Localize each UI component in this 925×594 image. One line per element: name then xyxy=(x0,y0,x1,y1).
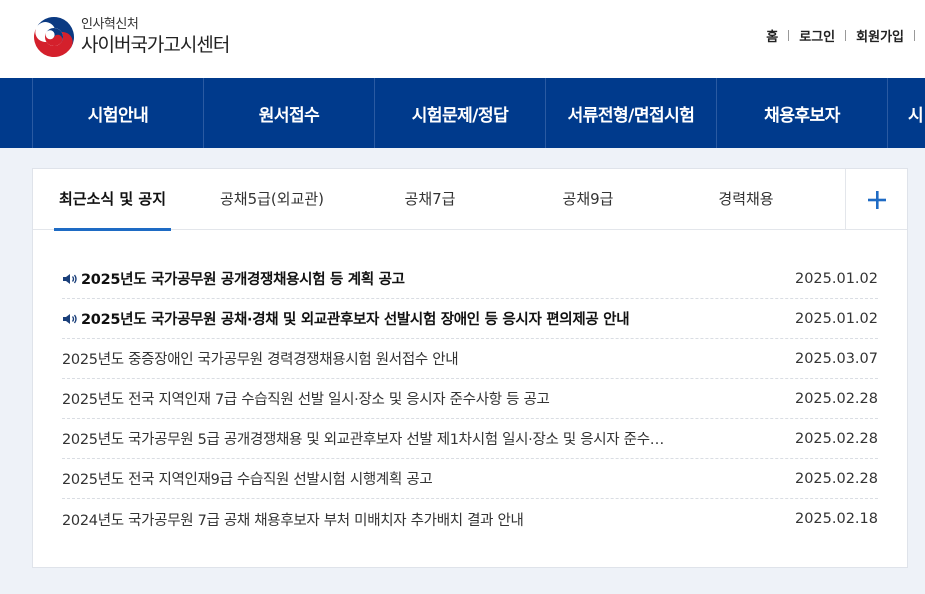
notice-date: 2025.01.02 xyxy=(794,310,878,327)
logo-text: 인사혁신처 사이버국가고시센터 xyxy=(81,17,230,57)
plus-icon xyxy=(867,190,886,209)
notice-tabs: 최근소식 및 공지 공채5급(외교관) 공채7급 공채9급 경력채용 xyxy=(33,169,907,231)
list-item[interactable]: 2025년도 전국 지역인재9급 수습직원 선발시험 시행계획 공고 2025.0… xyxy=(62,459,878,499)
more-button[interactable] xyxy=(845,169,907,230)
nav-item-application[interactable]: 원서접수 xyxy=(204,78,375,148)
list-item[interactable]: 2024년도 국가공무원 7급 공채 채용후보자 부처 미배치자 추가배치 결과… xyxy=(62,499,878,539)
list-item[interactable]: 2025년도 국가공무원 공채·경채 및 외교관후보자 선발시험 장애인 등 응… xyxy=(62,299,878,339)
utility-links: 홈 로그인 회원가입 xyxy=(756,26,915,45)
notice-date: 2025.02.28 xyxy=(794,390,878,407)
nav-item-exam-guide[interactable]: 시험안내 xyxy=(33,78,204,148)
nav-item-candidates[interactable]: 채용후보자 xyxy=(717,78,888,148)
notice-title[interactable]: 2025년도 전국 지역인재9급 수습직원 선발시험 시행계획 공고 xyxy=(62,468,788,489)
notice-title-text: 2025년도 국가공무원 5급 공개경쟁채용 및 외교관후보자 선발 제1차시험… xyxy=(62,432,664,448)
nav-item-truncated[interactable]: 시 xyxy=(888,78,925,148)
org-name: 인사혁신처 xyxy=(81,17,139,32)
tab-grade9[interactable]: 공채9급 xyxy=(541,169,635,230)
speaker-icon xyxy=(63,273,77,284)
speaker-icon xyxy=(63,313,77,324)
list-item[interactable]: 2025년도 국가공무원 공개경쟁채용시험 등 계획 공고 2025.01.02 xyxy=(62,259,878,299)
list-item[interactable]: 2025년도 전국 지역인재 7급 수습직원 선발 일시·장소 및 응시자 준수… xyxy=(62,379,878,419)
notice-list: 2025년도 국가공무원 공개경쟁채용시험 등 계획 공고 2025.01.02 2… xyxy=(62,259,878,539)
notice-title-text: 2025년도 전국 지역인재 7급 수습직원 선발 일시·장소 및 응시자 준수… xyxy=(62,392,550,408)
home-link[interactable]: 홈 xyxy=(756,26,788,45)
notice-date: 2025.02.28 xyxy=(794,470,878,487)
site-header: 인사혁신처 사이버국가고시센터 홈 로그인 회원가입 xyxy=(0,0,925,78)
login-link[interactable]: 로그인 xyxy=(789,26,845,45)
main-navigation: 시험안내 원서접수 시험문제/정답 서류전형/면접시험 채용후보자 시 xyxy=(0,78,925,148)
tab-grade5-diplomat[interactable]: 공채5급(외교관) xyxy=(205,169,339,230)
list-item[interactable]: 2025년도 중증장애인 국가공무원 경력경쟁채용시험 원서접수 안내 2025.… xyxy=(62,339,878,379)
notice-title-text: 2025년도 국가공무원 공개경쟁채용시험 등 계획 공고 xyxy=(81,272,405,288)
notice-date: 2025.02.28 xyxy=(794,430,878,447)
notice-date: 2025.02.18 xyxy=(794,511,878,527)
notice-title[interactable]: 2025년도 중증장애인 국가공무원 경력경쟁채용시험 원서접수 안내 xyxy=(62,348,788,369)
notice-date: 2025.03.07 xyxy=(794,350,878,367)
nav-item-interview[interactable]: 서류전형/면접시험 xyxy=(546,78,717,148)
notice-title[interactable]: 2024년도 국가공무원 7급 공채 채용후보자 부처 미배치자 추가배치 결과… xyxy=(62,509,788,530)
notice-title[interactable]: 2025년도 국가공무원 공개경쟁채용시험 등 계획 공고 xyxy=(62,268,788,289)
taegeuk-logo-icon xyxy=(34,17,74,57)
notice-title[interactable]: 2025년도 국가공무원 5급 공개경쟁채용 및 외교관후보자 선발 제1차시험… xyxy=(62,428,788,449)
nav-item-exam-answers[interactable]: 시험문제/정답 xyxy=(375,78,546,148)
notice-title-text: 2025년도 국가공무원 공채·경채 및 외교관후보자 선발시험 장애인 등 응… xyxy=(81,312,630,328)
notice-panel: 최근소식 및 공지 공채5급(외교관) 공채7급 공채9급 경력채용 2025년… xyxy=(32,168,908,568)
notice-title[interactable]: 2025년도 전국 지역인재 7급 수습직원 선발 일시·장소 및 응시자 준수… xyxy=(62,388,788,409)
divider xyxy=(914,30,915,41)
tab-career[interactable]: 경력채용 xyxy=(699,169,793,230)
tab-grade7[interactable]: 공채7급 xyxy=(383,169,477,230)
site-name: 사이버국가고시센터 xyxy=(81,34,230,56)
notice-title-text: 2025년도 전국 지역인재9급 수습직원 선발시험 시행계획 공고 xyxy=(62,472,433,488)
list-item[interactable]: 2025년도 국가공무원 5급 공개경쟁채용 및 외교관후보자 선발 제1차시험… xyxy=(62,419,878,459)
notice-title[interactable]: 2025년도 국가공무원 공채·경채 및 외교관후보자 선발시험 장애인 등 응… xyxy=(62,308,788,329)
tab-recent-news[interactable]: 최근소식 및 공지 xyxy=(54,169,171,231)
signup-link[interactable]: 회원가입 xyxy=(846,26,914,45)
site-logo[interactable]: 인사혁신처 사이버국가고시센터 xyxy=(33,16,230,58)
notice-date: 2025.01.02 xyxy=(794,270,878,287)
notice-title-text: 2025년도 중증장애인 국가공무원 경력경쟁채용시험 원서접수 안내 xyxy=(62,352,459,368)
notice-title-text: 2024년도 국가공무원 7급 공채 채용후보자 부처 미배치자 추가배치 결과… xyxy=(62,512,524,529)
